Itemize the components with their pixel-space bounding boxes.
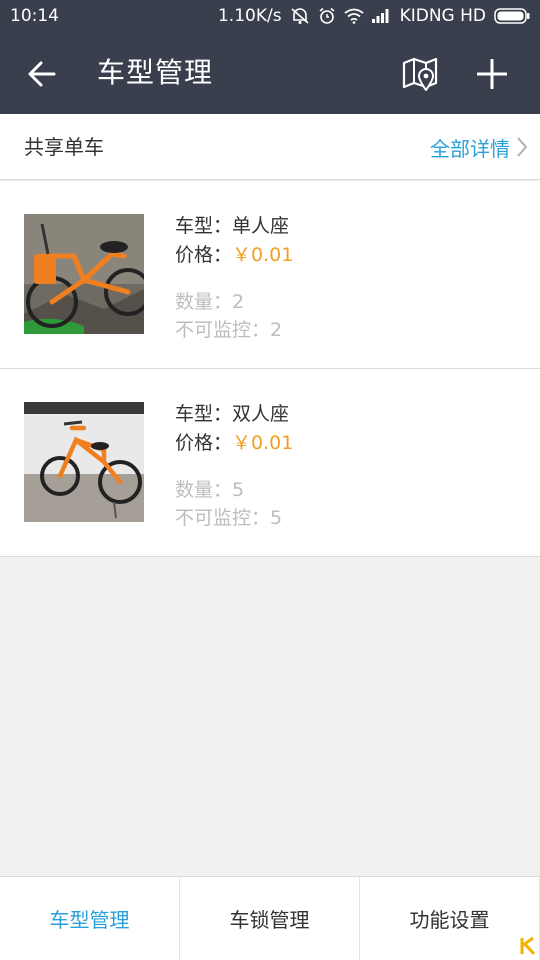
map-button[interactable] (398, 52, 442, 96)
carrier-name: KIDNG HD (399, 6, 486, 26)
network-speed: 1.10K/s (217, 6, 282, 26)
price-value: ￥0.01 (232, 432, 294, 454)
bike-photo (24, 402, 144, 522)
price-line: 价格：￥0.01 (175, 428, 293, 455)
tab-vehicle-type[interactable]: 车型管理 (0, 877, 180, 960)
vehicle-type: 车型：双人座 (175, 403, 290, 425)
quantity: 数量：2 (175, 291, 245, 313)
section-header: 共享单车 全部详情 (0, 114, 540, 180)
map-pin-icon (402, 57, 438, 91)
back-button[interactable] (22, 54, 62, 94)
k-logo-icon (520, 936, 536, 956)
status-time: 10:14 (10, 6, 59, 26)
arrow-left-icon (28, 61, 56, 87)
unmonitored-count: 不可监控：5 (175, 507, 283, 529)
all-details-label: 全部详情 (430, 136, 510, 161)
vehicle-type: 车型：单人座 (175, 215, 290, 237)
list-item[interactable]: 车型：双人座 价格：￥0.01 数量：5 不可监控：5 (0, 369, 540, 557)
chevron-right-icon (517, 137, 528, 157)
price-value: ￥0.01 (232, 244, 294, 266)
unmonitored-count: 不可监控：2 (175, 319, 283, 341)
status-bar: 10:14 1.10K/s KIDNG HD (0, 0, 540, 32)
plus-icon (477, 59, 507, 89)
section-title: 共享单车 (24, 135, 104, 159)
quantity: 数量：5 (175, 479, 245, 501)
watermark-logo (520, 936, 536, 956)
add-button[interactable] (470, 52, 514, 96)
all-details-link[interactable]: 全部详情 (430, 114, 528, 180)
vehicle-type-list: 车型：单人座 价格：￥0.01 数量：2 不可监控：2 车型：双人座 价格：￥0… (0, 181, 540, 557)
price-label: 价格： (175, 432, 233, 454)
status-indicators: 1.10K/s KIDNG HD (218, 6, 530, 26)
bike-photo (24, 214, 144, 334)
signal-icon (371, 9, 389, 23)
price-line: 价格：￥0.01 (175, 240, 293, 267)
bottom-tab-bar: 车型管理 车锁管理 功能设置 (0, 876, 540, 960)
list-item[interactable]: 车型：单人座 价格：￥0.01 数量：2 不可监控：2 (0, 181, 540, 369)
mute-icon (291, 8, 309, 24)
alarm-icon (319, 7, 335, 24)
tab-function-settings[interactable]: 功能设置 (360, 877, 540, 960)
battery-icon (494, 8, 530, 24)
page-title: 车型管理 (97, 56, 214, 89)
tab-lock-management[interactable]: 车锁管理 (180, 877, 360, 960)
price-label: 价格： (175, 244, 233, 266)
wifi-icon (344, 8, 364, 24)
app-bar: 车型管理 (0, 32, 540, 114)
